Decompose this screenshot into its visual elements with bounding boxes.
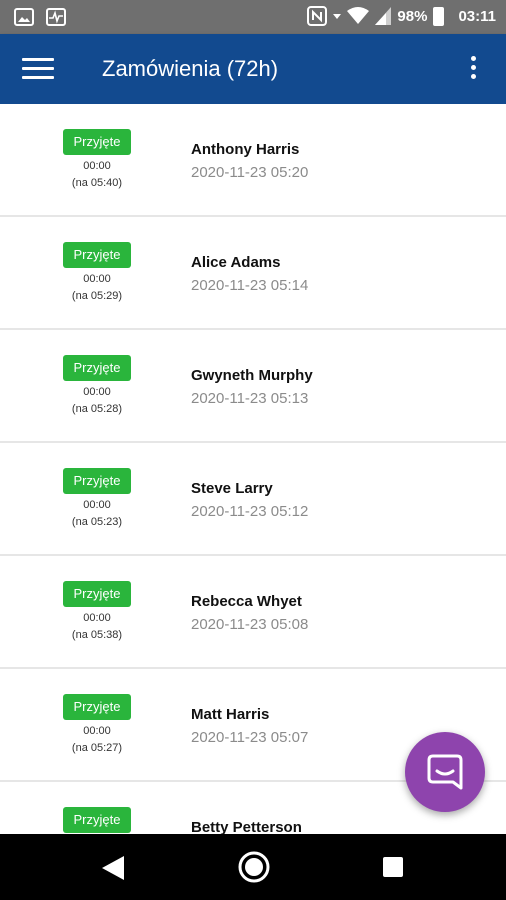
status-badge: Przyjęte [63,355,131,381]
order-deadline: (na 05:29) [71,290,123,302]
home-icon[interactable] [237,850,271,884]
battery-percent: 98% [397,7,428,25]
status-badge: Przyjęte [63,807,131,833]
order-row[interactable]: Przyjęte 00:00 (na 05:29) Alice Adams 20… [0,217,506,330]
order-datetime: 2020-11-23 05:14 [191,277,309,294]
order-deadline: (na 05:28) [71,403,123,415]
orders-list: Przyjęte 00:00 (na 05:40) Anthony Harris… [0,104,506,834]
order-deadline: (na 05:38) [71,629,123,641]
customer-name: Gwyneth Murphy [191,367,313,384]
system-nav-bar [0,834,506,900]
chat-button[interactable] [405,732,485,812]
page-title: Zamówienia (72h) [102,56,279,81]
order-timer: 00:00 [83,386,111,398]
recent-apps-icon[interactable] [383,857,403,877]
chat-icon [427,754,463,790]
wifi-icon [347,7,370,24]
order-timer: 00:00 [83,725,111,737]
signal-icon [375,7,392,25]
status-badge: Przyjęte [63,694,131,720]
image-icon [14,8,34,26]
status-badge: Przyjęte [63,581,131,607]
order-timer: 00:00 [83,612,111,624]
nfc-icon [307,6,328,26]
status-badge: Przyjęte [63,129,131,155]
status-badge: Przyjęte [63,242,131,268]
order-row[interactable]: Przyjęte 00:00 (na 05:38) Rebecca Whyet … [0,556,506,669]
app-bar: Zamówienia (72h) [0,34,506,104]
customer-name: Rebecca Whyet [191,593,302,610]
order-deadline: (na 05:23) [71,516,123,528]
status-bar: 98% 03:11 [0,0,506,34]
order-timer: 00:00 [83,160,111,172]
customer-name: Steve Larry [191,480,273,497]
signal-arrow-icon [333,14,342,19]
back-icon[interactable] [100,854,126,882]
clock: 03:11 [458,7,496,25]
order-deadline: (na 05:40) [71,177,123,189]
customer-name: Matt Harris [191,706,270,723]
customer-name: Betty Petterson [191,819,302,834]
order-datetime: 2020-11-23 05:12 [191,503,309,520]
order-datetime: 2020-11-23 05:20 [191,164,309,181]
status-badge: Przyjęte [63,468,131,494]
more-options-icon[interactable] [468,56,478,84]
order-deadline: (na 05:27) [71,742,123,754]
order-row[interactable]: Przyjęte 00:00 (na 05:40) Anthony Harris… [0,104,506,217]
customer-name: Alice Adams [191,254,281,271]
hamburger-menu-icon[interactable] [22,58,54,82]
order-datetime: 2020-11-23 05:13 [191,390,309,407]
battery-icon [433,6,445,26]
customer-name: Anthony Harris [191,141,300,158]
order-datetime: 2020-11-23 05:07 [191,729,309,746]
order-row[interactable]: Przyjęte 00:00 (na 05:23) Steve Larry 20… [0,443,506,556]
order-datetime: 2020-11-23 05:08 [191,616,309,633]
order-timer: 00:00 [83,499,111,511]
order-row[interactable]: Przyjęte 00:00 (na 05:28) Gwyneth Murphy… [0,330,506,443]
pulse-icon [46,8,66,26]
order-timer: 00:00 [83,273,111,285]
